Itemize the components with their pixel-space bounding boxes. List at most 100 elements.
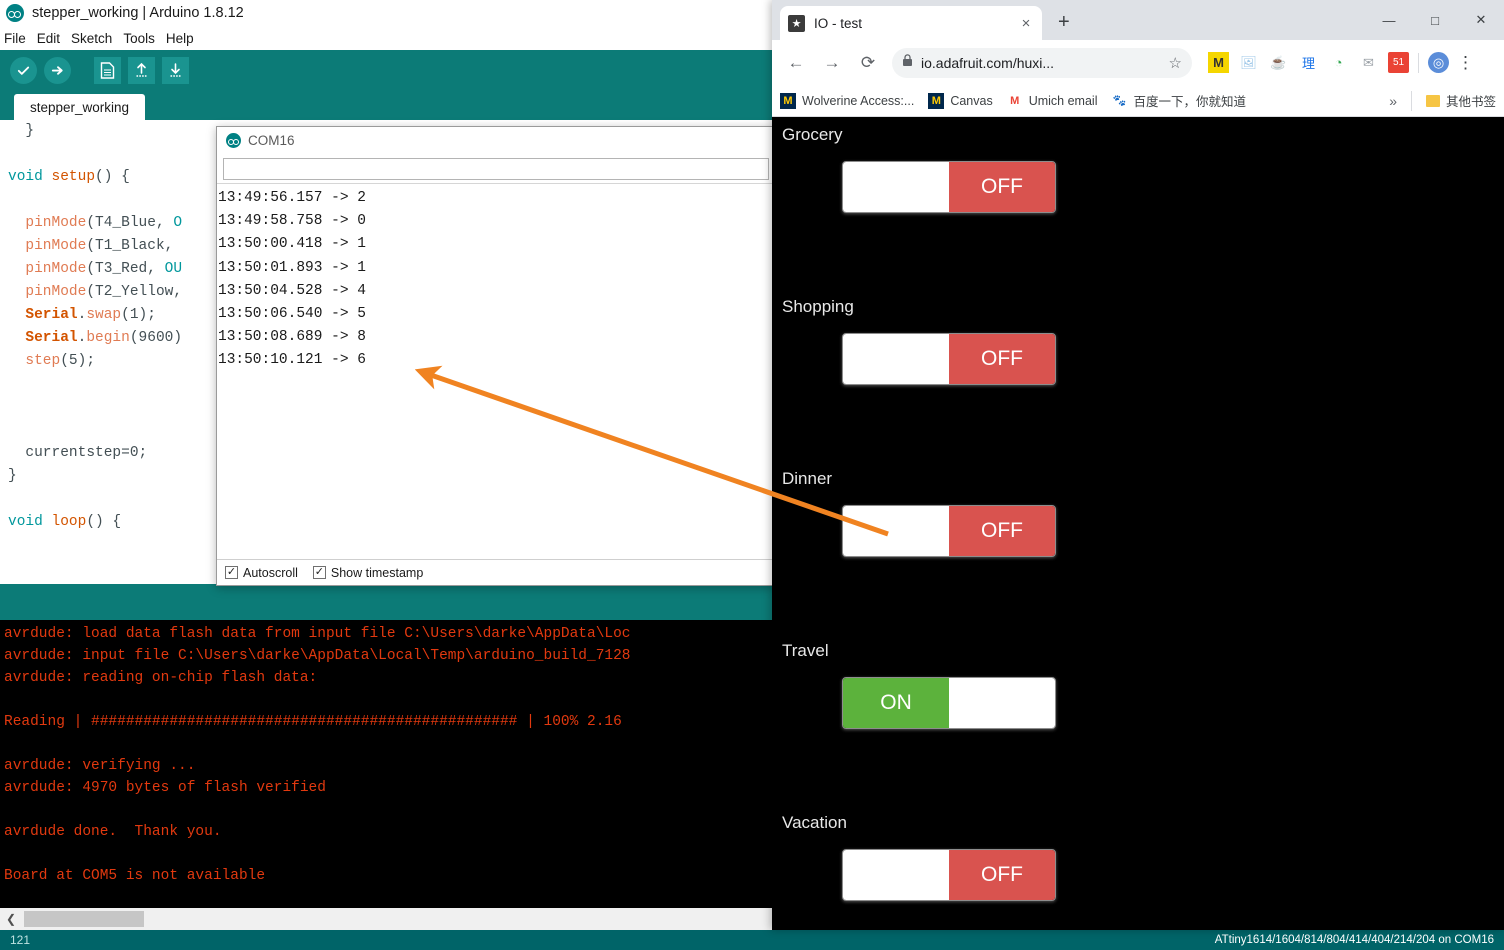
arduino-window-title: stepper_working | Arduino 1.8.12 [32,5,244,21]
arduino-status-bar: 121 ATtiny1614/1604/814/804/414/404/214/… [0,930,1504,950]
new-tab-button[interactable]: + [1058,12,1070,32]
save-sketch-button[interactable] [162,56,189,84]
bookmarks-bar: M Wolverine Access:... M Canvas M Umich email… [772,85,1504,117]
arduino-titlebar: stepper_working | Arduino 1.8.12 [0,0,772,26]
bookmark-star-icon[interactable]: ☆ [1169,54,1182,72]
open-sketch-button[interactable] [128,56,155,84]
serial-line: 13:50:08.689 -> 8 [218,329,366,346]
toggle-off-side[interactable]: OFF [949,334,1055,384]
io-toggle-travel[interactable]: ON [842,677,1056,729]
chinese-dictionary-extension-icon[interactable]: 理 [1298,52,1319,73]
arduino-console-divider [0,584,772,620]
forward-button[interactable]: → [816,47,848,79]
code-token: pinMode [25,284,87,300]
verify-button[interactable] [10,56,37,84]
io-toggle-vacation[interactable]: OFF [842,849,1056,901]
code-token: (1); [121,307,156,323]
serial-monitor-title: COM16 [248,133,295,148]
code-token: step [25,353,61,369]
menu-edit[interactable]: Edit [37,31,60,46]
io-toggle-grocery[interactable]: OFF [842,161,1056,213]
menu-tools[interactable]: Tools [123,31,155,46]
toggle-off-side[interactable]: OFF [949,850,1055,900]
show-timestamp-checkbox[interactable]: ✓ [312,566,326,579]
bookmark-label: Wolverine Access:... [802,93,915,108]
toggle-blank-side[interactable] [843,334,949,384]
code-token: (9600) [129,330,183,346]
serial-monitor-titlebar: COM16 [217,127,775,154]
io-feed-label: Travel [782,641,829,660]
io-feed-label: Vacation [782,813,847,832]
maximize-button[interactable]: □ [1412,4,1458,36]
toggle-on-side[interactable]: ON [843,678,949,728]
chrome-toolbar: ← → ⟳ io.adafruit.com/huxi... ☆ M 🖼 ☕ 理 ◔ ✉ 51… [772,40,1504,85]
profile-avatar-icon[interactable]: ◎ [1428,52,1449,73]
toggle-blank-side[interactable] [949,678,1055,728]
new-sketch-button[interactable] [94,56,121,84]
sketch-tab-stepper-working[interactable]: stepper_working [14,94,146,120]
toggle-off-side[interactable]: OFF [949,162,1055,212]
io-feed-label: Dinner [782,469,833,488]
bookmark-item[interactable]: 🐾 百度一下，你就知道 [1111,91,1246,110]
image-extension-icon[interactable]: 🖼 [1238,52,1259,73]
menu-sketch[interactable]: Sketch [71,31,112,46]
notification-extension-icon[interactable]: 51 [1388,52,1409,73]
download-arrow-icon [170,62,181,77]
io-toggle-dinner[interactable]: OFF [842,505,1056,557]
toggle-blank-side[interactable] [843,162,949,212]
code-token: () { [95,169,130,185]
bookmarks-overflow-button[interactable]: » [1389,93,1397,109]
scrollbar-thumb[interactable] [24,911,144,927]
code-token: } [25,123,35,139]
code-token: pinMode [25,215,87,231]
io-toggle-shopping[interactable]: OFF [842,333,1056,385]
browser-tab-io-test[interactable]: ★ IO - test × [780,6,1042,40]
close-window-button[interactable]: ✕ [1458,4,1504,36]
console-line: avrdude: verifying ... [4,758,196,774]
chrome-menu-icon[interactable]: ⋮ [1457,53,1474,73]
coffee-extension-icon[interactable]: ☕ [1268,52,1289,73]
serial-monitor-window: COM16 13:49:56.157 -> 2 13:49:58.758 -> 0… [216,126,776,586]
serial-send-input[interactable] [223,158,769,180]
autoscroll-checkbox[interactable]: ✓ [225,566,238,579]
serial-line: 13:50:00.418 -> 1 [218,236,366,253]
menu-file[interactable]: File [4,31,26,46]
console-line: avrdude: reading on-chip flash data: [4,670,318,686]
console-line: Board at COM5 is not available [4,868,266,884]
bookmark-item[interactable]: M Umich email [1007,93,1097,109]
toggle-blank-side[interactable] [843,506,949,556]
serial-line: 13:50:01.893 -> 1 [218,259,366,276]
grammarly-extension-icon[interactable]: ◔ [1328,52,1349,73]
mendeley-extension-icon[interactable]: M [1208,52,1229,73]
io-feed-block: Shopping OFF [782,297,1056,385]
back-button[interactable]: ← [780,47,812,79]
serial-line: 13:50:06.540 -> 5 [218,306,366,323]
serial-monitor-output: 13:49:56.157 -> 2 13:49:58.758 -> 0 13:50:… [217,183,775,545]
io-feed-label: Grocery [782,125,843,144]
minimize-button[interactable]: — [1366,4,1412,36]
other-bookmarks-folder[interactable]: 其他书签 [1425,91,1496,110]
bookmark-item[interactable]: M Canvas [928,92,993,109]
reload-button[interactable]: ⟳ [852,47,884,79]
mailtrack-extension-icon[interactable]: ✉ [1358,52,1379,73]
code-token: void [8,169,43,185]
address-bar[interactable]: io.adafruit.com/huxi... ☆ [892,47,1192,78]
close-tab-icon[interactable]: × [1018,15,1034,32]
serial-line: 13:49:56.157 -> 2 [218,190,366,206]
serial-send-row [217,154,775,183]
toggle-blank-side[interactable] [843,850,949,900]
serial-line: 13:50:04.528 -> 4 [218,282,366,299]
code-token: begin [86,330,130,346]
arduino-menubar: File Edit Sketch Tools Help [0,27,772,49]
editor-horizontal-scrollbar[interactable]: ❮ [0,908,772,930]
arduino-logo-icon [226,133,241,148]
scroll-left-icon[interactable]: ❮ [0,908,22,930]
io-feed-label: Shopping [782,297,854,316]
io-feed-block: Travel ON [782,641,1056,729]
upload-button[interactable] [44,56,71,84]
bookmark-item[interactable]: M Wolverine Access:... [780,92,915,109]
menu-help[interactable]: Help [166,31,194,46]
toggle-off-side[interactable]: OFF [949,506,1055,556]
